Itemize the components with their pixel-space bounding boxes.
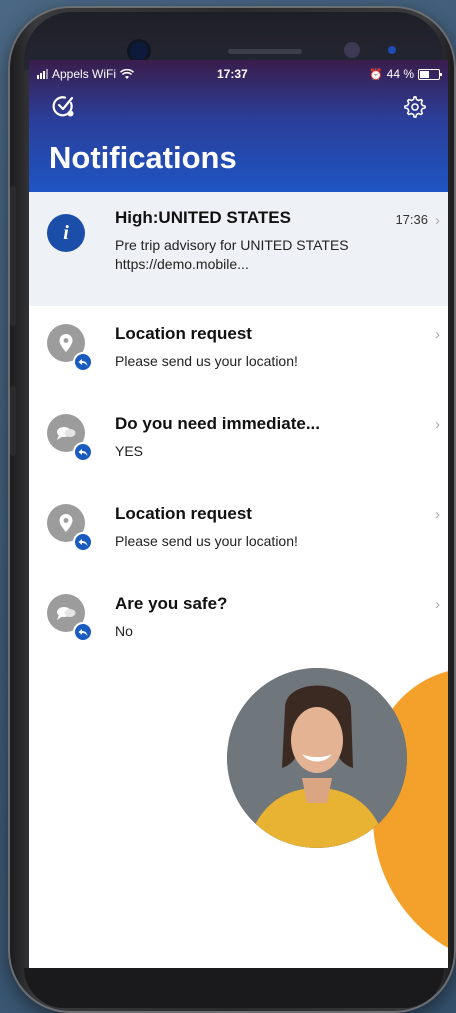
earpiece-speaker xyxy=(228,49,302,54)
alarm-icon: ⏰ xyxy=(368,68,383,81)
chevron-right-icon: › xyxy=(435,506,440,523)
phone-screen: Appels WiFi 17:37 ⏰ 44 % Notifications i… xyxy=(29,60,448,968)
page-title: Notifications xyxy=(49,140,237,175)
power-button xyxy=(10,386,16,456)
notification-body: Pre trip advisory for UNITED STATES http… xyxy=(115,237,349,272)
sensor xyxy=(344,42,360,58)
carrier-name: Appels WiFi xyxy=(52,67,117,81)
chevron-right-icon: › xyxy=(435,212,440,229)
notification-body: Please send us your location! xyxy=(115,353,298,369)
notification-item[interactable]: Location request › Please send us your l… xyxy=(29,486,448,576)
carrier-status: Appels WiFi xyxy=(37,67,135,81)
reply-badge-icon xyxy=(73,442,93,462)
wifi-icon xyxy=(120,68,135,79)
notification-title: Do you need immediate... xyxy=(115,414,320,433)
chevron-right-icon: › xyxy=(435,416,440,433)
volume-button xyxy=(10,186,16,326)
chevron-right-icon: › xyxy=(435,326,440,343)
battery-icon xyxy=(418,68,442,80)
notification-item[interactable]: Are you safe? › No xyxy=(29,576,448,666)
person-photo xyxy=(227,668,407,848)
notification-time: 17:36 xyxy=(395,212,428,227)
reply-badge-icon xyxy=(73,352,93,372)
info-icon: i xyxy=(47,214,85,252)
phone-bottom-bezel xyxy=(24,968,444,1008)
battery-status: ⏰ 44 % xyxy=(368,67,442,81)
status-bar: Appels WiFi 17:37 ⏰ 44 % xyxy=(29,66,448,86)
notification-body: Please send us your location! xyxy=(115,533,298,549)
reply-badge-icon xyxy=(73,622,93,642)
app-header: Appels WiFi 17:37 ⏰ 44 % Notifications xyxy=(29,60,448,192)
gear-icon[interactable] xyxy=(404,96,426,118)
notification-item[interactable]: i High:UNITED STATES 17:36 › Pre trip ad… xyxy=(29,192,448,306)
sensor-led xyxy=(388,46,396,54)
notification-item[interactable]: Location request › Please send us your l… xyxy=(29,306,448,396)
notification-title: Location request xyxy=(115,324,252,343)
status-time: 17:37 xyxy=(217,67,248,81)
notification-title: High:UNITED STATES xyxy=(115,208,291,227)
notification-body: No xyxy=(115,623,133,639)
check-icon[interactable] xyxy=(51,94,75,118)
front-camera xyxy=(130,42,148,60)
notification-body: YES xyxy=(115,443,144,459)
notification-item[interactable]: Do you need immediate... › YES xyxy=(29,396,448,486)
notification-title: Location request xyxy=(115,504,252,523)
reply-badge-icon xyxy=(73,532,93,552)
battery-percent: 44 % xyxy=(386,67,414,81)
chevron-right-icon: › xyxy=(435,596,440,613)
notification-title: Are you safe? xyxy=(115,594,228,613)
notification-list: i High:UNITED STATES 17:36 › Pre trip ad… xyxy=(29,192,448,666)
signal-icon xyxy=(37,69,48,79)
